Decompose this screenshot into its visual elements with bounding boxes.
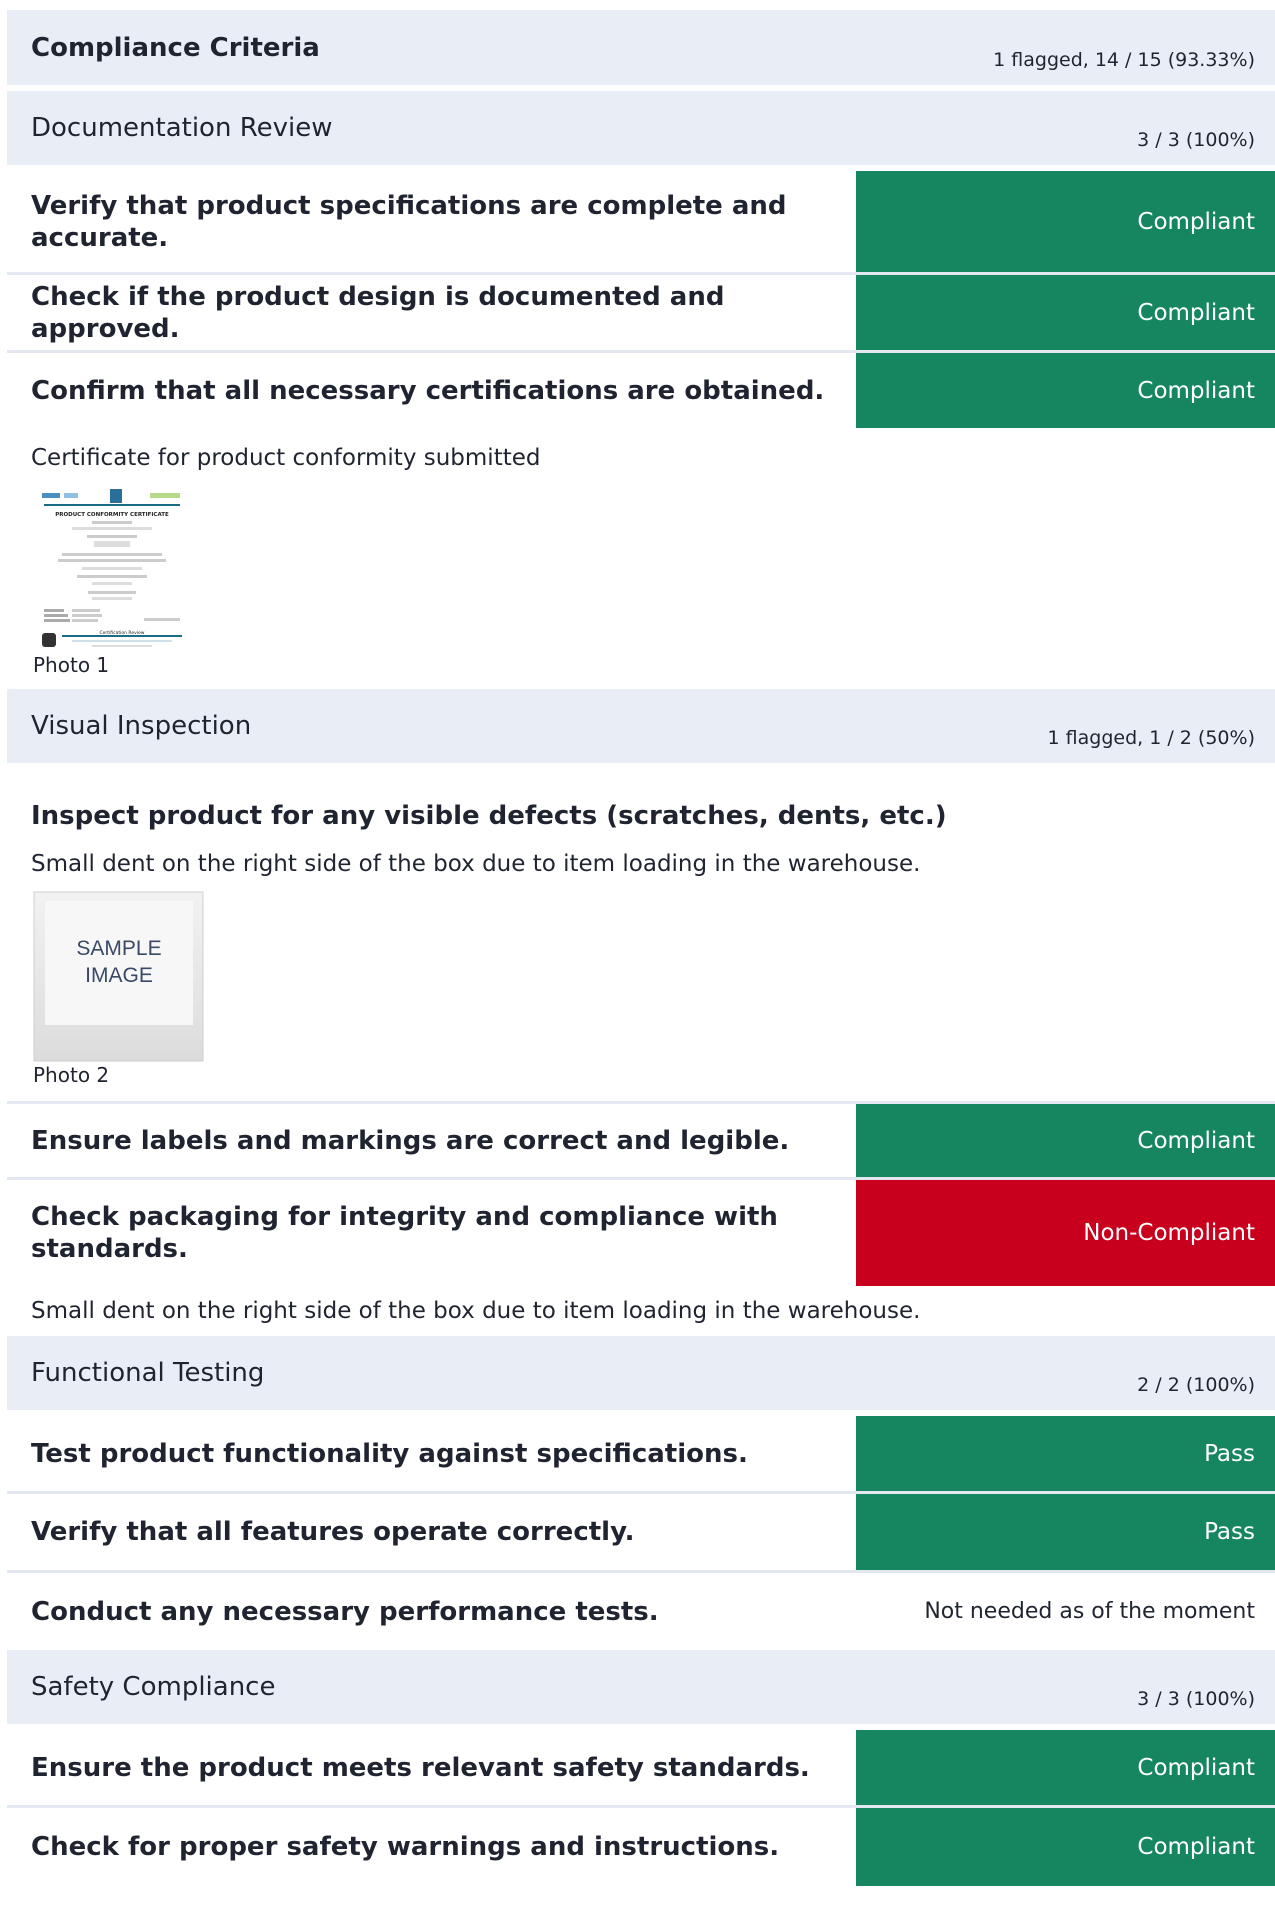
certificate-image: PRODUCT CONFORMITY CERTIFICATE Certifica… xyxy=(32,485,192,653)
answer-badge-compliant[interactable]: Compliant xyxy=(856,1730,1275,1805)
question-text: Check if the product design is documente… xyxy=(31,281,725,344)
section-title: Visual Inspection xyxy=(31,711,252,741)
question-text: Verify that product specifications are c… xyxy=(31,190,787,253)
question-row: Check if the product design is documente… xyxy=(7,275,1275,353)
item-note: Small dent on the right side of the box … xyxy=(31,851,921,877)
report-summary: 1 flagged, 14 / 15 (93.33%) xyxy=(993,49,1255,71)
certificate-heading: PRODUCT CONFORMITY CERTIFICATE xyxy=(55,512,169,518)
report-title: Compliance Criteria xyxy=(31,32,320,63)
item-note: Certificate for product conformity submi… xyxy=(31,445,541,471)
question-text: Inspect product for any visible defects … xyxy=(31,801,947,831)
question-text: Check for proper safety warnings and ins… xyxy=(31,1832,780,1862)
question-row: Confirm that all necessary certification… xyxy=(7,353,1275,428)
question-text: Check packaging for integrity and compli… xyxy=(31,1202,778,1264)
answer-badge-compliant[interactable]: Compliant xyxy=(856,353,1275,428)
section-title: Documentation Review xyxy=(31,113,333,143)
question-row: Conduct any necessary performance tests.… xyxy=(7,1573,1275,1650)
question-text: Verify that all features operate correct… xyxy=(31,1517,635,1547)
answer-badge-pass[interactable]: Pass xyxy=(856,1494,1275,1570)
sample-image-line1: SAMPLE xyxy=(76,937,161,960)
photo-thumbnail[interactable]: PRODUCT CONFORMITY CERTIFICATE Certifica… xyxy=(32,485,192,653)
section-title: Safety Compliance xyxy=(31,1672,276,1702)
section-header-visual-inspection[interactable]: Visual Inspection 1 flagged, 1 / 2 (50%) xyxy=(7,689,1275,763)
answer-badge-compliant[interactable]: Compliant xyxy=(856,171,1275,272)
section-header-documentation-review[interactable]: Documentation Review 3 / 3 (100%) xyxy=(7,91,1275,165)
question-text: Test product functionality against speci… xyxy=(31,1438,748,1469)
photo-caption: Photo 2 xyxy=(33,1063,110,1087)
question-row: Ensure labels and markings are correct a… xyxy=(7,1101,1275,1180)
answer-badge-non-compliant[interactable]: Non-Compliant xyxy=(856,1180,1275,1286)
answer-badge-pass[interactable]: Pass xyxy=(856,1416,1275,1491)
sample-image-line2: IMAGE xyxy=(85,964,153,987)
answer-badge-compliant[interactable]: Compliant xyxy=(856,275,1275,350)
section-summary: 1 flagged, 1 / 2 (50%) xyxy=(1047,727,1255,749)
section-summary: 3 / 3 (100%) xyxy=(1137,129,1255,151)
photo-caption: Photo 1 xyxy=(33,653,110,677)
question-row: Ensure the product meets relevant safety… xyxy=(7,1730,1275,1808)
section-summary: 3 / 3 (100%) xyxy=(1137,1688,1255,1710)
section-title: Functional Testing xyxy=(31,1358,265,1388)
item-note: Small dent on the right side of the box … xyxy=(31,1298,921,1324)
question-row: Verify that all features operate correct… xyxy=(7,1494,1275,1573)
section-header-functional-testing[interactable]: Functional Testing 2 / 2 (100%) xyxy=(7,1336,1275,1410)
question-text: Conduct any necessary performance tests. xyxy=(31,1596,659,1627)
answer-badge-compliant[interactable]: Compliant xyxy=(856,1104,1275,1177)
question-row: Check packaging for integrity and compli… xyxy=(7,1180,1275,1286)
certificate-footer: Certification Review xyxy=(100,630,145,636)
compliance-report: Compliance Criteria 1 flagged, 14 / 15 (… xyxy=(7,10,1275,1886)
section-summary: 2 / 2 (100%) xyxy=(1137,1374,1255,1396)
answer-text: Not needed as of the moment xyxy=(924,1599,1255,1624)
report-header: Compliance Criteria 1 flagged, 14 / 15 (… xyxy=(7,10,1275,85)
question-text: Confirm that all necessary certification… xyxy=(31,375,825,406)
question-text: Ensure labels and markings are correct a… xyxy=(31,1125,790,1156)
sample-image: SAMPLE IMAGE xyxy=(33,891,204,1062)
question-row: Check for proper safety warnings and ins… xyxy=(7,1808,1275,1886)
question-row: Inspect product for any visible defects … xyxy=(7,781,1275,851)
question-row: Verify that product specifications are c… xyxy=(7,171,1275,275)
photo-thumbnail[interactable]: SAMPLE IMAGE xyxy=(33,891,205,1063)
answer-badge-compliant[interactable]: Compliant xyxy=(856,1808,1275,1886)
question-text: Ensure the product meets relevant safety… xyxy=(31,1752,810,1783)
section-header-safety-compliance[interactable]: Safety Compliance 3 / 3 (100%) xyxy=(7,1650,1275,1724)
question-row: Test product functionality against speci… xyxy=(7,1416,1275,1494)
